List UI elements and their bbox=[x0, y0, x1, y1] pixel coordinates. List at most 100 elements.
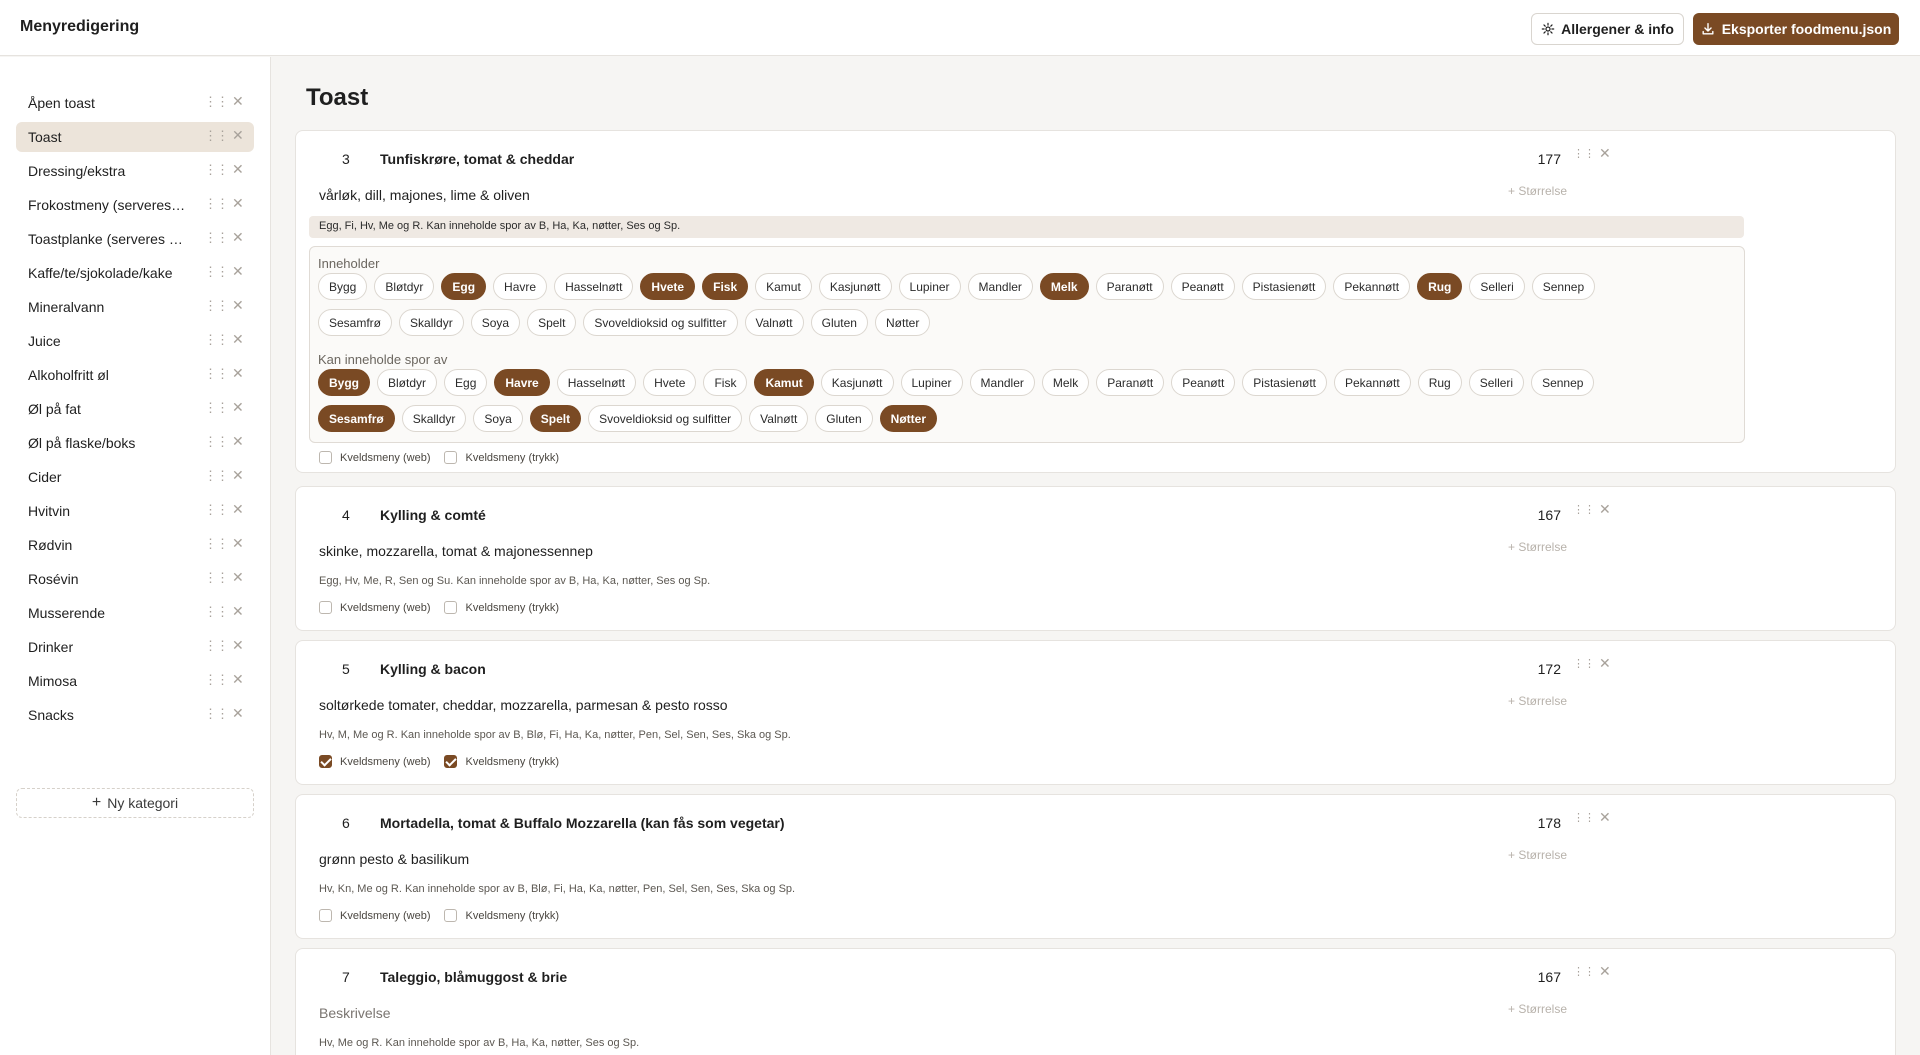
item-price[interactable]: 167 bbox=[1501, 507, 1561, 523]
contains-allergen-chip[interactable]: Skalldyr bbox=[399, 309, 464, 336]
drag-handle-icon[interactable]: ⋮⋮ bbox=[204, 638, 229, 654]
checkbox-box[interactable] bbox=[319, 451, 332, 464]
close-icon[interactable]: ✕ bbox=[232, 603, 244, 620]
item-description[interactable]: vårløk, dill, majones, lime & oliven bbox=[319, 187, 530, 203]
contains-allergen-chip[interactable]: Bygg bbox=[318, 273, 368, 300]
may-contain-allergen-chip[interactable]: Hasselnøtt bbox=[556, 369, 637, 396]
item-price[interactable]: 172 bbox=[1501, 661, 1561, 677]
sidebar-category-item[interactable]: Dressing/ekstra ⋮⋮ ✕ bbox=[16, 156, 254, 186]
drag-handle-icon[interactable]: ⋮⋮ bbox=[204, 536, 229, 552]
item-price[interactable]: 177 bbox=[1501, 151, 1561, 167]
may-contain-allergen-chip[interactable]: Bløtdyr bbox=[377, 369, 438, 396]
may-contain-allergen-chip[interactable]: Peanøtt bbox=[1171, 369, 1236, 396]
item-number[interactable]: 6 bbox=[342, 815, 350, 831]
contains-allergen-chip[interactable]: Kasjunøtt bbox=[818, 273, 892, 300]
may-contain-allergen-chip[interactable]: Sennep bbox=[1531, 369, 1595, 396]
sidebar-category-item[interactable]: Musserende ⋮⋮ ✕ bbox=[16, 598, 254, 628]
contains-allergen-chip[interactable]: Paranøtt bbox=[1095, 273, 1164, 300]
evening-menu-web-checkbox[interactable]: Kveldsmeny (web) bbox=[319, 755, 430, 768]
close-icon[interactable]: ✕ bbox=[232, 501, 244, 518]
add-size-button[interactable]: + Størrelse bbox=[1508, 1002, 1567, 1016]
checkbox-box[interactable] bbox=[319, 601, 332, 614]
evening-menu-web-checkbox[interactable]: Kveldsmeny (web) bbox=[319, 601, 430, 614]
drag-handle-icon[interactable]: ⋮⋮ bbox=[204, 128, 229, 144]
may-contain-allergen-chip[interactable]: Spelt bbox=[529, 405, 582, 432]
drag-handle-icon[interactable]: ⋮⋮ bbox=[204, 468, 229, 484]
close-icon[interactable]: ✕ bbox=[232, 93, 244, 110]
sidebar-category-item[interactable]: Toastplanke (serveres 1… ⋮⋮ ✕ bbox=[16, 224, 254, 254]
allergen-summary-toggle[interactable]: Hv, M, Me og R. Kan inneholde spor av B,… bbox=[319, 729, 791, 741]
allergen-summary-toggle[interactable]: Hv, Me og R. Kan inneholde spor av B, Ha… bbox=[319, 1037, 639, 1049]
sidebar-category-item[interactable]: Frokostmeny (serveres … ⋮⋮ ✕ bbox=[16, 190, 254, 220]
contains-allergen-chip[interactable]: Lupiner bbox=[898, 273, 961, 300]
item-name[interactable]: Tunfiskrøre, tomat & cheddar bbox=[380, 151, 574, 167]
contains-allergen-chip[interactable]: Egg bbox=[441, 273, 487, 300]
close-icon[interactable]: ✕ bbox=[1599, 501, 1611, 518]
contains-allergen-chip[interactable]: Soya bbox=[470, 309, 521, 336]
may-contain-allergen-chip[interactable]: Fisk bbox=[703, 369, 748, 396]
may-contain-allergen-chip[interactable]: Rug bbox=[1417, 369, 1462, 396]
may-contain-allergen-chip[interactable]: Havre bbox=[494, 369, 550, 396]
contains-allergen-chip[interactable]: Peanøtt bbox=[1170, 273, 1235, 300]
contains-allergen-chip[interactable]: Mandler bbox=[967, 273, 1033, 300]
close-icon[interactable]: ✕ bbox=[232, 127, 244, 144]
close-icon[interactable]: ✕ bbox=[232, 297, 244, 314]
item-number[interactable]: 5 bbox=[342, 661, 350, 677]
may-contain-allergen-chip[interactable]: Sesamfrø bbox=[318, 405, 395, 432]
checkbox-box[interactable] bbox=[444, 451, 458, 464]
checkbox-box[interactable] bbox=[319, 755, 332, 768]
sidebar-category-item[interactable]: Øl på flaske/boks ⋮⋮ ✕ bbox=[16, 428, 254, 458]
close-icon[interactable]: ✕ bbox=[1599, 145, 1611, 162]
contains-allergen-chip[interactable]: Havre bbox=[493, 273, 548, 300]
evening-menu-web-checkbox[interactable]: Kveldsmeny (web) bbox=[319, 909, 430, 922]
sidebar-category-item[interactable]: Hvitvin ⋮⋮ ✕ bbox=[16, 496, 254, 526]
close-icon[interactable]: ✕ bbox=[232, 705, 244, 722]
drag-handle-icon[interactable]: ⋮⋮ bbox=[204, 400, 229, 416]
drag-handle-icon[interactable]: ⋮⋮ bbox=[1573, 147, 1595, 160]
may-contain-allergen-chip[interactable]: Pistasienøtt bbox=[1242, 369, 1327, 396]
contains-allergen-chip[interactable]: Pistasienøtt bbox=[1241, 273, 1327, 300]
close-icon[interactable]: ✕ bbox=[232, 263, 244, 280]
item-description[interactable]: grønn pesto & basilikum bbox=[319, 851, 469, 867]
sidebar-category-item[interactable]: Rødvin ⋮⋮ ✕ bbox=[16, 530, 254, 560]
drag-handle-icon[interactable]: ⋮⋮ bbox=[204, 434, 229, 450]
may-contain-allergen-chip[interactable]: Nøtter bbox=[879, 405, 937, 432]
close-icon[interactable]: ✕ bbox=[232, 569, 244, 586]
close-icon[interactable]: ✕ bbox=[232, 467, 244, 484]
item-number[interactable]: 3 bbox=[342, 151, 350, 167]
drag-handle-icon[interactable]: ⋮⋮ bbox=[1573, 965, 1595, 978]
contains-allergen-chip[interactable]: Hasselnøtt bbox=[554, 273, 634, 300]
add-size-button[interactable]: + Størrelse bbox=[1508, 540, 1567, 554]
may-contain-allergen-chip[interactable]: Paranøtt bbox=[1096, 369, 1165, 396]
contains-allergen-chip[interactable]: Gluten bbox=[810, 309, 868, 336]
close-icon[interactable]: ✕ bbox=[232, 365, 244, 382]
contains-allergen-chip[interactable]: Selleri bbox=[1469, 273, 1525, 300]
drag-handle-icon[interactable]: ⋮⋮ bbox=[204, 672, 229, 688]
close-icon[interactable]: ✕ bbox=[232, 229, 244, 246]
contains-allergen-chip[interactable]: Spelt bbox=[527, 309, 577, 336]
contains-allergen-chip[interactable]: Sesamfrø bbox=[318, 309, 393, 336]
may-contain-allergen-chip[interactable]: Kasjunøtt bbox=[820, 369, 894, 396]
may-contain-allergen-chip[interactable]: Egg bbox=[444, 369, 488, 396]
new-category-button[interactable]: + Ny kategori bbox=[16, 788, 254, 818]
may-contain-allergen-chip[interactable]: Mandler bbox=[969, 369, 1035, 396]
allergen-summary-toggle[interactable]: Egg, Hv, Me, R, Sen og Su. Kan inneholde… bbox=[319, 575, 710, 587]
item-name[interactable]: Taleggio, blåmuggost & brie bbox=[380, 969, 567, 985]
item-number[interactable]: 4 bbox=[342, 507, 350, 523]
item-price[interactable]: 178 bbox=[1501, 815, 1561, 831]
item-description[interactable]: soltørkede tomater, cheddar, mozzarella,… bbox=[319, 697, 728, 713]
evening-menu-print-checkbox[interactable]: Kveldsmeny (trykk) bbox=[444, 451, 559, 464]
drag-handle-icon[interactable]: ⋮⋮ bbox=[204, 604, 229, 620]
close-icon[interactable]: ✕ bbox=[232, 195, 244, 212]
may-contain-allergen-chip[interactable]: Pekannøtt bbox=[1334, 369, 1411, 396]
item-name[interactable]: Kylling & bacon bbox=[380, 661, 486, 677]
contains-allergen-chip[interactable]: Hvete bbox=[640, 273, 696, 300]
may-contain-allergen-chip[interactable]: Svoveldioksid og sulfitter bbox=[588, 405, 743, 432]
drag-handle-icon[interactable]: ⋮⋮ bbox=[204, 196, 229, 212]
sidebar-category-item[interactable]: Alkoholfritt øl ⋮⋮ ✕ bbox=[16, 360, 254, 390]
may-contain-allergen-chip[interactable]: Valnøtt bbox=[749, 405, 809, 432]
sidebar-category-item[interactable]: Rosévin ⋮⋮ ✕ bbox=[16, 564, 254, 594]
may-contain-allergen-chip[interactable]: Hvete bbox=[643, 369, 697, 396]
sidebar-category-item[interactable]: Øl på fat ⋮⋮ ✕ bbox=[16, 394, 254, 424]
checkbox-box[interactable] bbox=[444, 601, 458, 614]
